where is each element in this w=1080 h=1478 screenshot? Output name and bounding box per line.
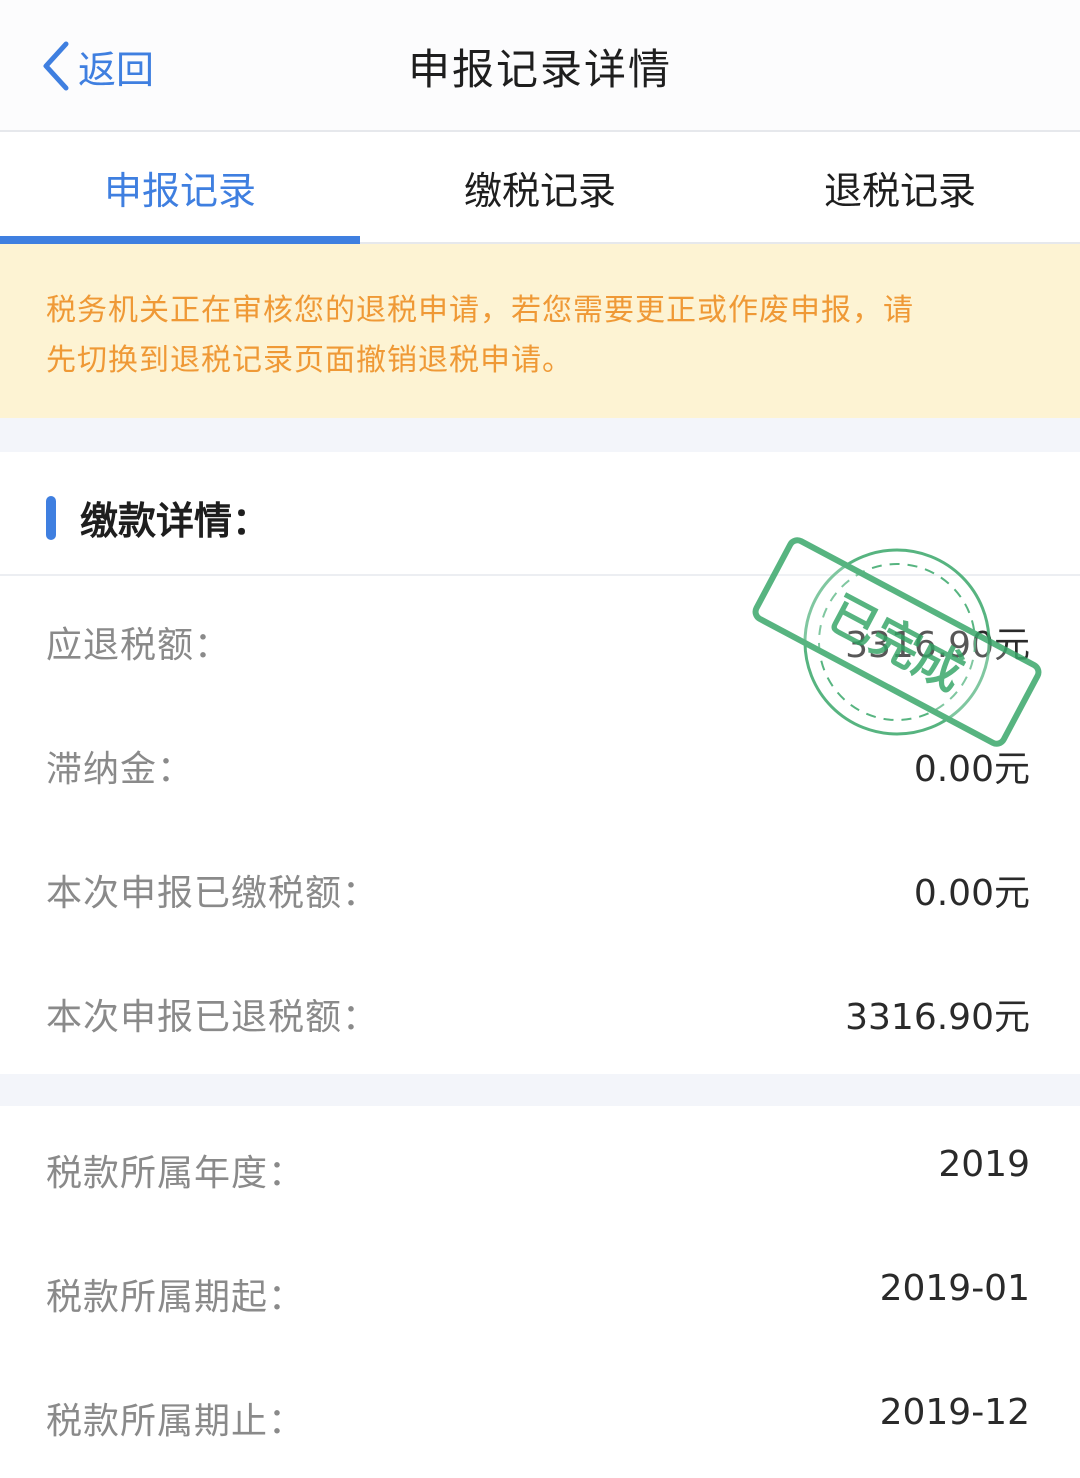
row-value: 3316.90元 — [845, 997, 1030, 1038]
row-label: 税款所属年度： — [46, 1153, 306, 1194]
nav-bar: 返回 申报记录详情 — [0, 0, 1080, 132]
notice-line-1: 税务机关正在审核您的退税申请，若您需要更正或作废申报，请 — [46, 293, 914, 328]
detail-row-tax-year: 税款所属年度： 2019 — [0, 1106, 1080, 1230]
row-value: 0.00元 — [913, 749, 1030, 790]
row-value: 0.00元 — [913, 873, 1030, 914]
row-label: 本次申报已缴税额： — [46, 873, 380, 914]
tab-bar: 申报记录 缴税记录 退税记录 — [0, 132, 1080, 244]
row-value: 2019 — [938, 1144, 1030, 1185]
row-label: 滞纳金： — [46, 749, 195, 790]
row-value: 2019-01 — [879, 1268, 1030, 1309]
payment-section-header: 缴款详情： — [0, 452, 1080, 576]
row-label: 税款所属期止： — [46, 1401, 306, 1442]
row-value: 2019-12 — [879, 1392, 1030, 1433]
section-divider — [0, 1074, 1080, 1106]
row-label: 本次申报已退税额： — [46, 997, 380, 1038]
detail-row-refund-due: 应退税额： 3316.90元 — [0, 578, 1080, 702]
section-title: 缴款详情： — [80, 499, 271, 543]
detail-row-period-start: 税款所属期起： 2019-01 — [0, 1230, 1080, 1354]
detail-row-period-end: 税款所属期止： 2019-12 — [0, 1354, 1080, 1478]
page-title: 申报记录详情 — [407, 45, 672, 94]
row-label: 应退税额： — [46, 625, 232, 666]
tab-payment-records[interactable]: 缴税记录 — [360, 132, 720, 242]
row-label: 税款所属期起： — [46, 1277, 306, 1318]
tab-refund-records[interactable]: 退税记录 — [720, 132, 1080, 242]
detail-row-tax-refunded: 本次申报已退税额： 3316.90元 — [0, 950, 1080, 1074]
section-accent-bar — [46, 496, 56, 540]
tab-declaration-records[interactable]: 申报记录 — [0, 132, 360, 244]
notice-banner: 税务机关正在审核您的退税申请，若您需要更正或作废申报，请 先切换到退税记录页面撤… — [0, 244, 1080, 418]
notice-line-2: 先切换到退税记录页面撤销退税申请。 — [46, 343, 573, 378]
section-divider — [0, 418, 1080, 452]
row-value: 3316.90元 — [845, 625, 1030, 666]
detail-row-tax-paid: 本次申报已缴税额： 0.00元 — [0, 826, 1080, 950]
detail-row-late-fee: 滞纳金： 0.00元 — [0, 702, 1080, 826]
